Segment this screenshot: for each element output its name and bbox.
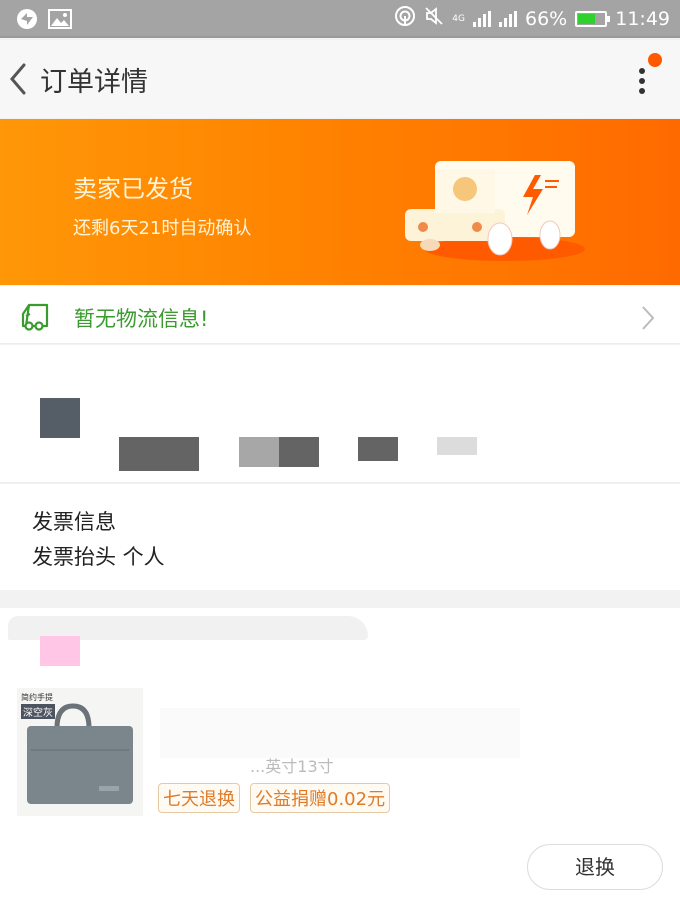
product-sku: ...英寸13寸 (250, 757, 334, 776)
delivery-truck-illustration (405, 161, 585, 261)
lte-label: 4G (452, 13, 465, 24)
recipient-phone-redacted-a (239, 437, 279, 467)
mute-icon (424, 6, 444, 31)
clock: 11:49 (615, 7, 670, 30)
shipping-address-section[interactable] (0, 345, 680, 483)
battery-icon (575, 10, 611, 27)
recipient-phone-redacted-b (279, 437, 319, 467)
status-bar-right: 4G 66% 11:49 (394, 5, 670, 32)
tag-seven-day-return: 七天退换 (158, 783, 240, 813)
invoice-section: 发票信息 发票抬头 个人 (0, 484, 680, 590)
order-card: 简约手提 深空灰 ...英寸13寸 七天退换 公益捐赠0.02元 退换 (0, 608, 680, 899)
shipping-status-banner: 卖家已发货 还剩6天21时自动确认 (0, 119, 680, 285)
truck-icon (21, 303, 49, 331)
auto-confirm-countdown: 还剩6天21时自动确认 (73, 218, 252, 239)
back-button[interactable] (6, 62, 32, 96)
more-options-button[interactable] (630, 60, 654, 100)
address-redacted-b (437, 437, 477, 455)
product-thumbnail[interactable]: 简约手提 深空灰 (17, 688, 143, 816)
product-title-redacted (160, 708, 520, 758)
shipping-status-title: 卖家已发货 (73, 175, 193, 203)
status-bar-left (16, 8, 72, 34)
invoice-header-line: 发票抬头 个人 (32, 545, 165, 569)
notification-dot (648, 53, 662, 67)
shop-row[interactable] (0, 608, 680, 678)
hotspot-icon (394, 5, 416, 32)
gallery-icon (48, 9, 72, 33)
return-exchange-button[interactable]: 退换 (527, 844, 663, 890)
battery-percent: 66% (525, 7, 568, 30)
signal-icon (499, 10, 517, 27)
logistics-row[interactable]: 暂无物流信息! (0, 286, 680, 344)
shop-avatar-redacted (40, 636, 80, 666)
status-bar: 4G 66% 11:49 (0, 0, 680, 38)
recipient-name-redacted (119, 437, 199, 471)
app-header: 订单详情 (0, 40, 680, 118)
battery-fill (578, 13, 596, 24)
laptop-bag-image (27, 703, 133, 804)
tag-charity-donation: 公益捐赠0.02元 (250, 783, 391, 813)
invoice-title: 发票信息 (32, 510, 116, 534)
address-redacted-a (358, 437, 398, 461)
location-pin-redacted (40, 398, 80, 438)
chevron-right-icon (642, 306, 655, 330)
chevron-left-icon (10, 63, 26, 95)
sync-app-icon (16, 8, 38, 34)
service-tags: 七天退换 公益捐赠0.02元 (158, 783, 391, 813)
page-title: 订单详情 (40, 67, 148, 98)
logistics-status-text: 暂无物流信息! (74, 307, 209, 331)
lte-signal-icon (473, 10, 491, 27)
